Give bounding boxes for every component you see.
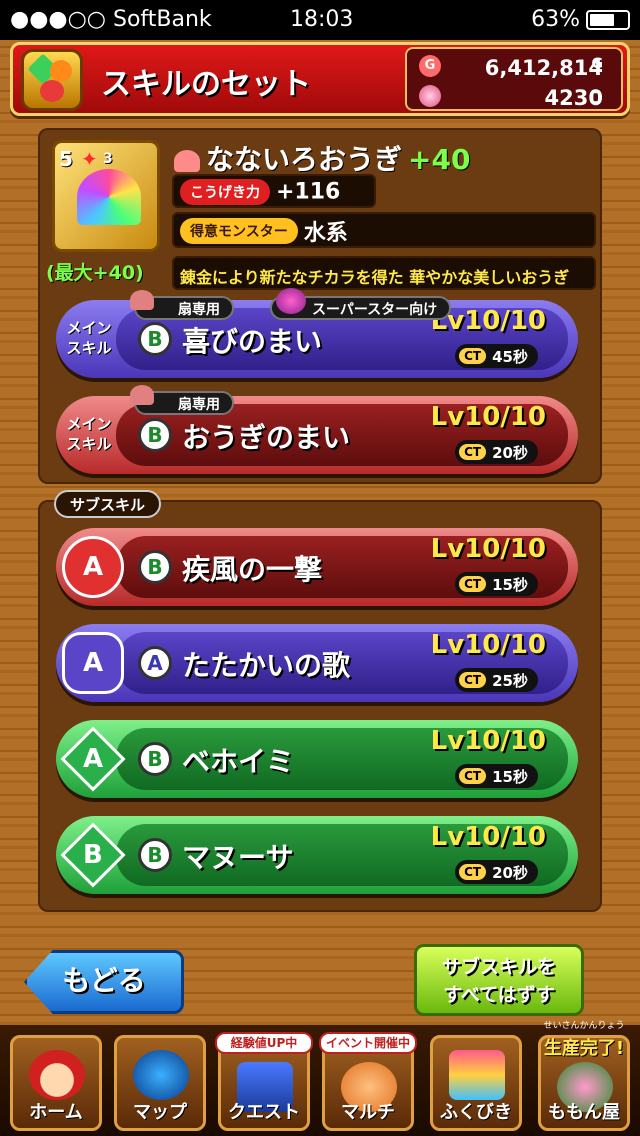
ct-label: CT [459,672,487,688]
weapon-icon[interactable]: 5 ✦ 3 [52,140,160,252]
gem-icon [419,85,441,107]
fan-icon [174,150,200,172]
gem-row: 4230 こ [415,82,615,110]
slot-badge: A [62,536,124,598]
cooldown: CT 15秒 [455,572,538,596]
header-bar: スキルのセット G 6,412,814 G 4230 こ [10,42,630,116]
battery-indicator: 63% [531,7,630,32]
ct-value: 20秒 [492,863,528,882]
event-badge: イベント開催中 [319,1032,417,1054]
globe-icon [133,1050,189,1100]
ct-value: 25秒 [492,671,528,690]
skill-rank-badge: B [138,742,172,776]
ct-label: CT [459,768,487,784]
fan-icon [130,385,154,405]
monster-value: 水系 [303,221,348,246]
cooldown: CT 45秒 [455,344,538,368]
skill-level: Lv10/10 [430,822,546,852]
clock: 18:03 [290,7,354,32]
gold-row: G 6,412,814 G [415,52,615,80]
item-level: 5 [59,147,73,171]
exp-up-badge: 経験値UP中 [215,1032,313,1054]
nav-map[interactable]: マップ [114,1035,206,1131]
gold-coin-icon: G [419,55,441,77]
fan-icon [130,290,154,310]
skill-level: Lv10/10 [430,726,546,756]
slot-badge: A [62,632,124,694]
currency-panel: G 6,412,814 G 4230 こ [405,47,623,111]
nav-momon-shop[interactable]: せいさんかんりょう 生産完了! ももん屋 [538,1021,630,1131]
skill-rank-badge: B [138,418,172,452]
ct-value: 20秒 [492,443,528,462]
skill-name: 疾風の一撃 [182,553,323,586]
bottom-nav: ホーム マップ 経験値UP中 クエスト イベント開催中 マルチ ふくびき せいさ… [0,1021,640,1136]
skill-rank-badge: A [138,646,172,680]
cooldown: CT 20秒 [455,440,538,464]
item-sub-level: 3 [103,151,113,167]
skill-level: Lv10/10 [430,402,546,432]
ct-label: CT [459,348,487,364]
status-bar: ●●●○○ SoftBank 18:03 63% [0,0,640,40]
skill-rank-badge: B [138,322,172,356]
skill-name: 喜びのまい [182,325,323,358]
sub-skill-4[interactable]: B B マヌーサ Lv10/10 CT 20秒 [56,816,578,894]
max-bonus-label: (最大+40) [46,262,144,284]
slot-badge: A [60,726,126,792]
skill-level: Lv10/10 [430,534,546,564]
item-bonus: +40 [408,143,471,176]
nav-home[interactable]: ホーム [10,1035,102,1131]
home-avatar-icon [29,1050,85,1100]
skill-rank-badge: B [138,838,172,872]
slot-badge: B [60,822,126,888]
cooldown: CT 15秒 [455,764,538,788]
skill-name: マヌーサ [182,841,294,874]
item-description: 錬金により新たなチカラを得た 華やかな美しいおうぎ [172,256,596,290]
treasure-chest-icon [449,1050,505,1100]
back-button[interactable]: もどる [24,950,184,1014]
furigana: せいさんかんりょう [543,1021,625,1031]
ct-label: CT [459,576,487,592]
skill-level: Lv10/10 [430,630,546,660]
attack-stat: こうげき力 +116 [172,174,376,208]
skill-rank-badge: B [138,550,172,584]
cooldown: CT 25秒 [455,668,538,692]
nav-multi[interactable]: イベント開催中 マルチ [319,1032,417,1131]
ct-value: 15秒 [492,767,528,786]
production-complete-badge: 生産完了! [543,1038,625,1059]
ct-value: 15秒 [492,575,528,594]
page-title: スキルのセット [101,67,311,102]
nav-lottery[interactable]: ふくびき [430,1035,522,1131]
remove-all-sub-skills-button[interactable]: サブスキルを すべてはずす [414,944,584,1016]
skill-name: ベホイミ [182,745,295,778]
sub-skill-section-label: サブスキル [54,490,162,518]
ct-label: CT [459,444,487,460]
superstar-hat-icon [276,288,306,314]
battery-icon [586,10,630,30]
skill-name: おうぎのまい [182,421,351,454]
main-skill-side-label: メイン スキル [66,319,112,357]
skill-emblem-icon [21,49,83,111]
rainbow-fan-icon [77,169,141,225]
attack-value: +116 [276,179,341,205]
sub-skill-1[interactable]: A B 疾風の一撃 Lv10/10 CT 15秒 [56,528,578,606]
attack-label: こうげき力 [180,179,270,205]
monster-label: 得意モンスター [180,218,298,244]
item-name: なないろおうぎ +40 [174,138,470,178]
sub-skill-3[interactable]: A B ベホイミ Lv10/10 CT 15秒 [56,720,578,798]
star-icon: ✦ [81,147,98,171]
main-skill-side-label: メイン スキル [66,415,112,453]
skill-name: たたかいの歌 [182,649,351,682]
ct-value: 45秒 [492,347,528,366]
nav-quest[interactable]: 経験値UP中 クエスト [215,1032,313,1131]
sub-skill-2[interactable]: A A たたかいの歌 Lv10/10 CT 25秒 [56,624,578,702]
monster-stat: 得意モンスター 水系 [172,212,596,248]
ct-label: CT [459,864,487,880]
carrier: ●●●○○ SoftBank [10,7,212,32]
cooldown: CT 20秒 [455,860,538,884]
